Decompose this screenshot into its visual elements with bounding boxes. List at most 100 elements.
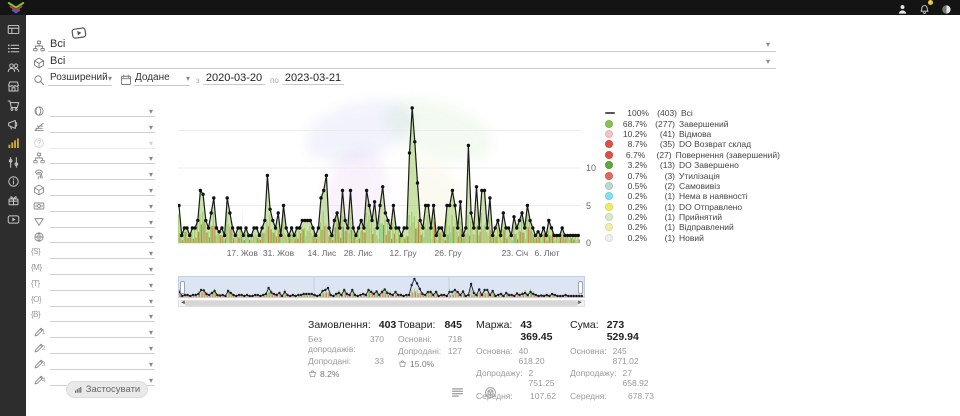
legend-item-4[interactable]: 8.7%(35)DO Возврат склад [605,139,780,149]
date-to-input[interactable]: 2023-03-21 [282,72,344,85]
svg-text:23. Січ: 23. Січ [502,248,529,258]
sidebar-item-dashboard[interactable] [0,20,26,39]
navigator-right-handle[interactable] [578,281,583,294]
chevron-down-icon: ▾ [149,170,153,179]
legend-item-7[interactable]: 0.7%(3)Утилізація [605,170,780,180]
legend-count: (3) [647,171,675,181]
legend-label: Завершений [679,119,728,129]
legend-count: (1) [647,233,675,243]
chart-plot[interactable]: 17. Жов31. Жов14. Лис28. Лис12. Гру26. Г… [178,100,580,260]
filter-row-15-select[interactable]: ▾ [50,325,155,338]
svg-text:17. Жов: 17. Жов [227,248,259,258]
table-view-icon[interactable] [451,386,464,399]
filter-row-17-select[interactable]: ▾ [50,357,155,370]
chart-navigator[interactable] [178,276,585,298]
filter-row-10: {S}▾ [30,246,156,260]
svg-text:26. Гру: 26. Гру [435,248,463,258]
search-icon[interactable] [33,73,45,85]
filter-row-4: ▾ [30,151,156,165]
status-filter-select[interactable]: Всі ▾ [48,37,776,52]
legend-dot-swatch [605,234,613,242]
filter-row-16: 2▾ [30,341,156,355]
legend-item-12[interactable]: 0.2%(1)Відправлений [605,222,780,232]
sidebar-item-clients[interactable] [0,58,26,77]
sidebar-item-settings[interactable] [0,153,26,172]
orders-icon [7,42,20,55]
legend-item-1[interactable]: 100%(403)Всі [605,108,780,118]
filter-row-4-select[interactable]: ▾ [50,151,155,164]
legend-item-5[interactable]: 6.7%(27)Повернення (завершений) [605,150,780,160]
filter-row-8: ▾ [30,215,156,229]
legend-item-8[interactable]: 0.5%(2)Самовивіз [605,181,780,191]
legend-percent: 10.2% [617,129,647,139]
apply-button[interactable]: Застосувати [66,381,148,398]
filter-row-5-select[interactable]: ▾ [50,167,155,180]
legend-percent: 8.7% [617,139,647,149]
product-filter-select[interactable]: Всі ▾ [48,54,776,69]
legend-item-11[interactable]: 0.2%(1)Прийнятий [605,212,780,222]
legend-dot-swatch [605,172,613,180]
product-box-icon[interactable] [484,386,497,399]
scrollbar-thumb[interactable] [185,301,578,306]
sidebar-item-analytics[interactable] [0,134,26,153]
filter-row-9-select[interactable]: ▾ [50,230,155,243]
navigator-left-handle[interactable] [180,281,185,294]
megaphone-icon [7,118,20,131]
filter-row-7-select[interactable]: ▾ [50,199,155,212]
chevron-down-icon: ▾ [149,218,153,227]
bell-icon[interactable] [919,2,930,13]
legend-item-3[interactable]: 10.2%(41)Відмова [605,129,780,139]
filter-row-2-select[interactable]: ▾ [50,120,155,133]
sidebar-item-orders[interactable] [0,39,26,58]
brand-logo-icon[interactable] [7,1,25,14]
date-field-select[interactable]: Додане ▾ [134,71,190,86]
chevron-down-icon: ▾ [149,123,153,132]
product-filter-value: Всі [50,55,65,67]
sidebar-item-marketing[interactable] [0,115,26,134]
filter-row-13-select[interactable]: ▾ [50,294,155,307]
legend-label: DO Завершено [679,160,739,170]
avatar-icon [941,2,952,13]
upsell-rate: 8.2% [308,369,384,379]
filter-row-12-select[interactable]: ▾ [50,278,155,291]
legend-item-13[interactable]: 0.2%(1)Новий [605,233,780,243]
avatar-icon[interactable] [941,2,952,13]
date-from-input[interactable]: 2020-03-20 [203,72,265,85]
chevron-down-icon: ▾ [766,57,770,66]
legend-item-6[interactable]: 3.2%(13)DO Завершено [605,160,780,170]
legend-item-2[interactable]: 68.7%(277)Завершений [605,118,780,128]
filter-row-3-select: ▾ [50,136,155,149]
store-icon [7,80,20,93]
svg-text:28. Лис: 28. Лис [344,248,374,258]
legend-item-9[interactable]: 0.2%(1)Нема в наявності [605,191,780,201]
filter-row-6-select[interactable]: ▾ [50,183,155,196]
money-icon [33,199,45,211]
main-chart[interactable]: 17. Жов31. Жов14. Лис28. Лис12. Гру26. Г… [178,100,580,260]
users-icon [7,61,20,74]
filter-row-16-select[interactable]: ▾ [50,341,155,354]
sidebar-item-gifts[interactable] [0,191,26,210]
pencil-number: 1 [42,330,45,336]
chevron-down-icon: ▾ [149,139,153,148]
filter-row-8-select[interactable]: ▾ [50,215,155,228]
filter-row-14-select[interactable]: ▾ [50,309,155,322]
scroll-right-icon[interactable]: ► [577,300,583,307]
legend-label: Нема в наявності [679,191,748,201]
filter-row-10-select[interactable]: ▾ [50,246,155,259]
sidebar-item-store[interactable] [0,77,26,96]
legend-percent: 68.7% [617,119,647,129]
legend-percent: 0.2% [617,212,647,222]
filter-row-1-select[interactable]: ▾ [50,104,155,117]
legend-item-10[interactable]: 0.2%(1)DO Отправлено [605,202,780,212]
search-mode-select[interactable]: Розширений ▾ [48,71,112,86]
chart-scrollbar[interactable]: ◄ ► [178,300,585,307]
navigator-plot[interactable] [179,277,584,299]
sidebar-item-info[interactable] [0,172,26,191]
user-icon[interactable] [897,2,908,13]
filter-row-11-select[interactable]: ▾ [50,262,155,275]
sidebar-item-cart[interactable] [0,96,26,115]
sidebar-item-video[interactable] [0,210,26,229]
triangle-filter-icon [33,215,45,227]
analytics-icon [7,137,20,150]
svg-text:12. Гру: 12. Гру [390,248,418,258]
